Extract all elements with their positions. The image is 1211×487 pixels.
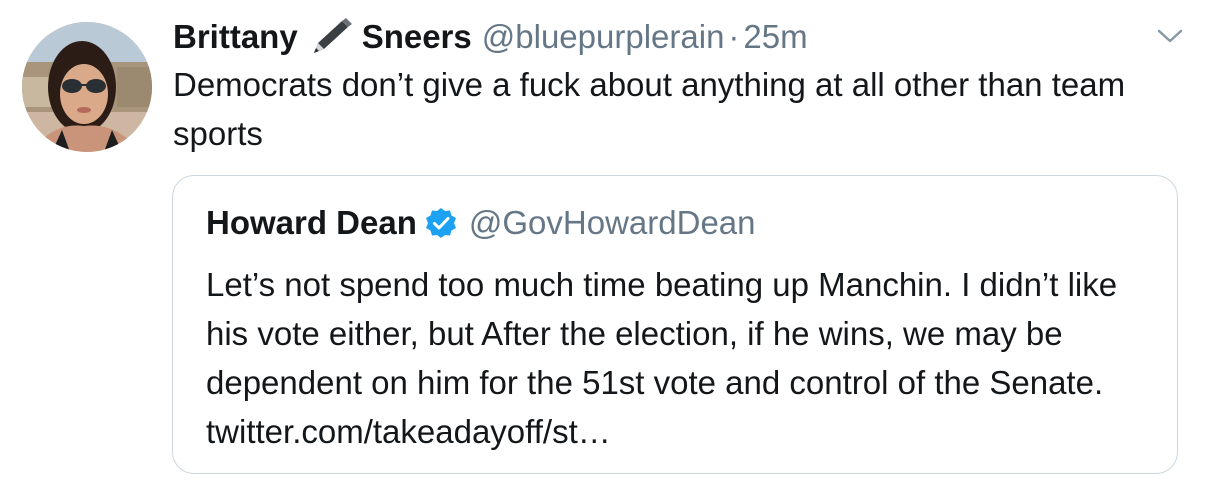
quoted-tweet[interactable]: Howard Dean @GovHowardDean Let’s not spe… bbox=[172, 175, 1178, 474]
tweet-text: Democrats don’t give a fuck about anythi… bbox=[173, 66, 1126, 152]
quoted-user-handle: @GovHowardDean bbox=[468, 204, 756, 241]
chevron-down-icon[interactable] bbox=[1156, 26, 1184, 46]
user-handle[interactable]: @bluepurplerain bbox=[482, 12, 725, 62]
display-name-first[interactable]: Brittany bbox=[173, 12, 298, 62]
pen-icon bbox=[308, 17, 354, 57]
verified-badge-icon bbox=[425, 207, 457, 239]
display-name-last[interactable]: Sneers bbox=[362, 12, 472, 62]
avatar[interactable] bbox=[22, 22, 152, 152]
quoted-display-name: Howard Dean bbox=[206, 204, 417, 241]
tweet[interactable]: Brittany Sneers @bluepurplerain · 25m De… bbox=[0, 0, 1211, 487]
quoted-tweet-text: Let’s not spend too much time beating up… bbox=[206, 266, 1118, 450]
timestamp[interactable]: 25m bbox=[743, 12, 807, 62]
separator-dot: · bbox=[728, 18, 740, 55]
quoted-tweet-header: Howard Dean @GovHowardDean bbox=[206, 199, 756, 247]
tweet-header: Brittany Sneers @bluepurplerain · 25m bbox=[173, 12, 808, 62]
